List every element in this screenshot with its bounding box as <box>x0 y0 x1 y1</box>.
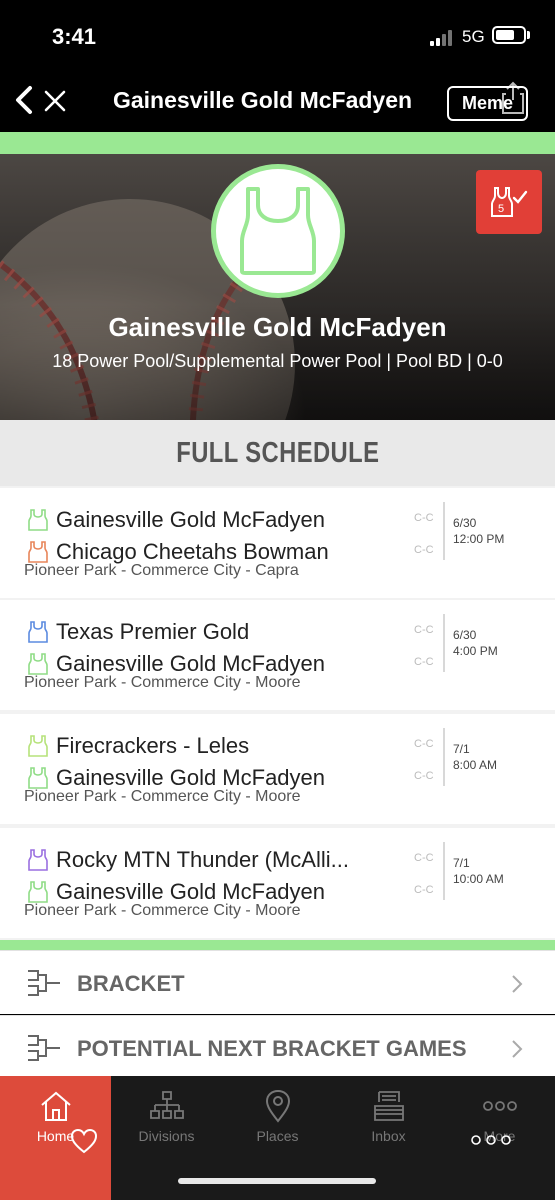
schedule-header-label: FULL SCHEDULE <box>175 436 380 469</box>
nav-title: Gainesville Gold McFadyen <box>112 87 413 113</box>
accent-band-top <box>0 132 555 154</box>
team-row-home: Texas Premier Gold <box>28 618 249 646</box>
close-icon[interactable] <box>42 86 68 116</box>
divider <box>443 728 445 786</box>
hierarchy-icon <box>150 1091 184 1119</box>
next-bracket-games-label: POTENTIAL NEXT BRACKET GAMES <box>77 1036 467 1061</box>
tab-label: Divisions <box>138 1128 195 1144</box>
jersey-icon <box>28 509 48 531</box>
jersey-icon <box>28 541 48 563</box>
team-logo <box>211 164 345 298</box>
schedule-header[interactable]: FULL SCHEDULE <box>0 420 555 486</box>
signal-icon <box>430 30 456 46</box>
network-type: 5G <box>462 27 485 46</box>
team-name: Texas Premier Gold <box>56 619 250 644</box>
nav-bar: Gainesville Gold McFadyen Meme <box>0 72 555 132</box>
game-time: 10:00 AM <box>453 872 504 886</box>
bracket-icon <box>28 1035 60 1061</box>
back-chevron-icon[interactable] <box>12 84 40 116</box>
status-bar: 3:41 5G <box>0 0 555 72</box>
more-dots-icon <box>483 1101 517 1111</box>
game-card[interactable]: Gainesville Gold McFadyen Chicago Cheeta… <box>0 488 555 598</box>
game-date: 6/30 <box>453 516 477 530</box>
jersey-icon <box>28 767 48 789</box>
inbox-icon <box>374 1091 404 1121</box>
game-time: 4:00 PM <box>453 644 498 658</box>
divider <box>443 502 445 560</box>
heart-icon <box>70 1128 98 1154</box>
jersey-icon <box>28 653 48 675</box>
team-division-info: 18 Power Pool/Supplemental Power Pool | … <box>52 351 503 371</box>
tab-label: Inbox <box>371 1128 406 1144</box>
game-time: 8:00 AM <box>453 758 498 772</box>
battery-fill <box>496 30 514 40</box>
battery-cap <box>527 31 530 39</box>
divider <box>443 614 445 672</box>
game-card[interactable]: Texas Premier Gold Gainesville Gold McFa… <box>0 600 555 710</box>
team-row-home: Gainesville Gold McFadyen <box>28 506 325 534</box>
jersey-icon <box>28 735 48 757</box>
game-venue: Pioneer Park - Commerce City - Moore <box>24 674 301 691</box>
team-name: Gainesville Gold McFadyen <box>56 507 326 532</box>
team-name: Firecrackers - Leles <box>56 733 250 758</box>
jersey-icon <box>28 621 48 643</box>
jersey-check-icon: 5 <box>491 187 528 217</box>
game-time: 12:00 PM <box>453 532 505 546</box>
game-list: Gainesville Gold McFadyen Chicago Cheeta… <box>0 486 555 940</box>
chevron-right-icon <box>512 975 523 993</box>
score-away: C-C <box>414 884 434 896</box>
jersey-icon <box>28 849 48 871</box>
tab-label: Places <box>256 1128 299 1144</box>
meme-button[interactable]: Meme <box>447 86 528 121</box>
game-date: 6/30 <box>453 628 477 642</box>
favorite-team-button[interactable]: 5 <box>476 170 542 234</box>
map-pin-icon <box>265 1089 291 1123</box>
score-home: C-C <box>414 738 434 750</box>
team-row-home: Firecrackers - Leles <box>28 732 249 760</box>
next-bracket-games-link[interactable]: POTENTIAL NEXT BRACKET GAMES <box>0 1015 555 1079</box>
badge-number: 5 <box>498 203 504 215</box>
accent-band-bottom <box>0 940 555 950</box>
game-date: 7/1 <box>453 856 470 870</box>
game-venue: Pioneer Park - Commerce City - Capra <box>24 562 299 579</box>
team-name-heading: Gainesville Gold McFadyen <box>108 312 447 342</box>
jersey-icon <box>28 881 48 903</box>
score-home: C-C <box>414 624 434 636</box>
bracket-link[interactable]: BRACKET <box>0 950 555 1014</box>
game-venue: Pioneer Park - Commerce City - Moore <box>24 902 301 919</box>
score-home: C-C <box>414 852 434 864</box>
game-card[interactable]: Rocky MTN Thunder (McAlli... Gainesville… <box>0 828 555 938</box>
score-away: C-C <box>414 656 434 668</box>
jersey-icon <box>240 187 316 275</box>
game-date: 7/1 <box>453 742 470 756</box>
game-card[interactable]: Firecrackers - Leles Gainesville Gold Mc… <box>0 714 555 824</box>
team-hero: 5 Gainesville Gold McFadyen 18 Power Poo… <box>0 154 555 420</box>
more-overlay-icon <box>471 1135 511 1145</box>
game-venue: Pioneer Park - Commerce City - Moore <box>24 788 301 805</box>
team-row-home: Rocky MTN Thunder (McAlli... <box>28 846 349 874</box>
bracket-icon <box>28 970 60 996</box>
score-away: C-C <box>414 544 434 556</box>
home-indicator <box>178 1178 376 1184</box>
divider <box>443 842 445 900</box>
score-home: C-C <box>414 512 434 524</box>
status-time: 3:41 <box>52 24 97 49</box>
home-icon <box>41 1091 71 1121</box>
chevron-right-icon <box>512 1040 523 1058</box>
team-name: Rocky MTN Thunder (McAlli... <box>56 847 349 872</box>
bracket-label: BRACKET <box>77 971 185 996</box>
score-away: C-C <box>414 770 434 782</box>
battery-icon <box>492 26 526 44</box>
